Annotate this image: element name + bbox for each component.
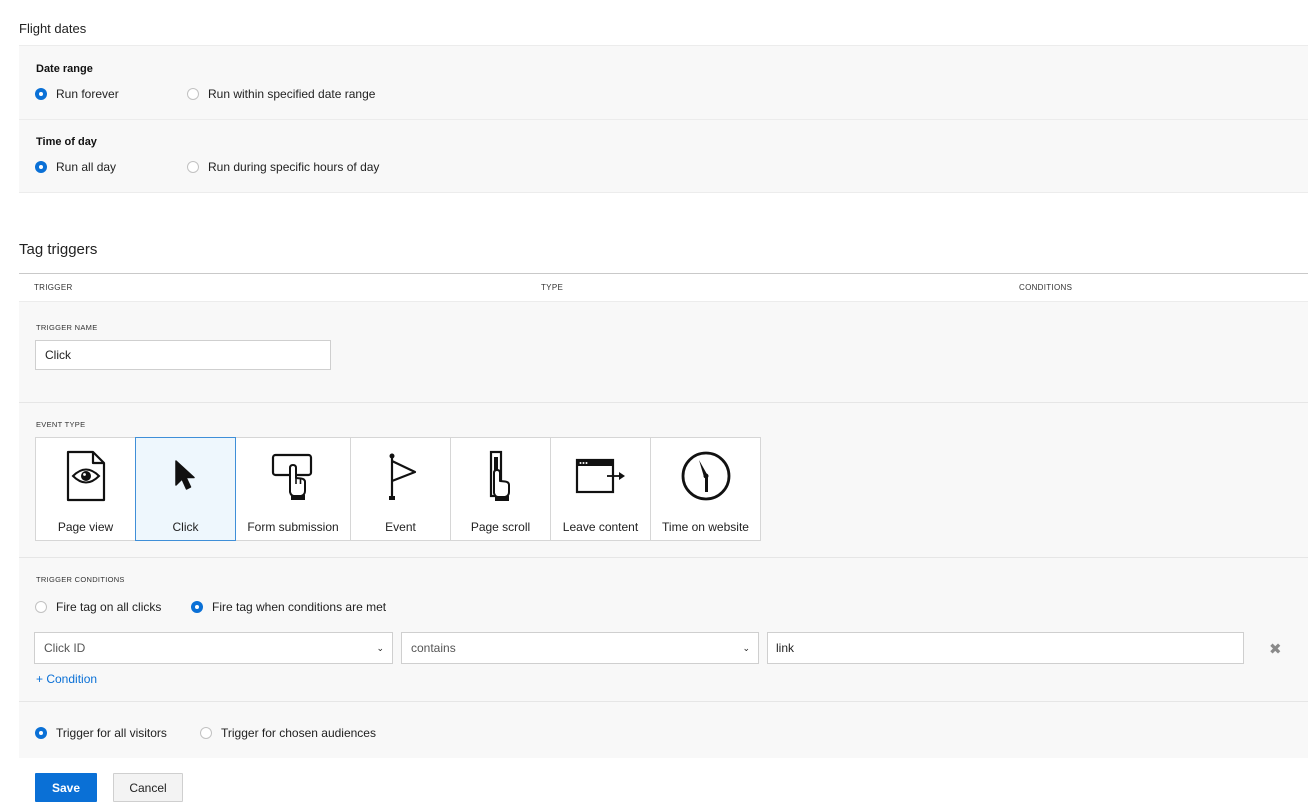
radio-label: Trigger for all visitors [56,726,167,740]
radio-run-all-day[interactable]: Run all day [35,160,116,174]
event-tile-event[interactable]: Event [350,437,451,541]
condition-field-value: Click ID [44,641,86,655]
page-scroll-icon [451,446,550,506]
condition-value-input[interactable] [767,632,1244,664]
condition-operator-select[interactable]: contains ⌄ [401,632,759,664]
trigger-editor: TRIGGER NAME EVENT TYPE Page view [19,302,1308,758]
radio-checked-icon [35,727,47,739]
radio-label: Run all day [56,160,117,174]
radio-run-within-date-range[interactable]: Run within specified date range [187,87,375,101]
tag-triggers-title: Tag triggers [19,241,98,258]
add-condition-link[interactable]: + Condition [36,672,97,686]
event-type-tiles: Page view Click Form submission Event Pa… [35,437,761,541]
save-button[interactable]: Save [35,773,97,802]
condition-operator-value: contains [411,641,456,655]
column-header-trigger: TRIGGER [34,283,73,292]
tile-label: Form submission [247,520,339,534]
trigger-name-label: TRIGGER NAME [36,323,98,332]
clock-icon [651,446,760,506]
radio-unchecked-icon [187,88,199,100]
radio-label: Run during specific hours of day [208,160,380,174]
tile-label: Click [172,520,199,534]
event-tile-click[interactable]: Click [135,437,236,541]
cancel-button[interactable]: Cancel [113,773,183,802]
divider [19,119,1308,120]
trigger-conditions-label: TRIGGER CONDITIONS [36,575,125,584]
radio-label: Trigger for chosen audiences [221,726,376,740]
radio-run-forever[interactable]: Run forever [35,87,119,101]
time-of-day-label: Time of day [36,136,97,148]
tile-label: Page view [57,520,114,534]
event-tile-time-on-website[interactable]: Time on website [650,437,761,541]
flight-dates-title: Flight dates [19,21,87,36]
chevron-down-icon: ⌄ [376,643,384,653]
tile-label: Leave content [562,520,639,534]
event-type-label: EVENT TYPE [36,420,86,429]
event-tile-page-scroll[interactable]: Page scroll [450,437,551,541]
date-range-label: Date range [36,63,93,75]
close-icon[interactable]: ✖ [1269,640,1282,658]
tile-label: Page scroll [470,520,531,534]
tile-label: Time on website [662,520,749,534]
divider [19,701,1308,702]
event-tile-page-view[interactable]: Page view [35,437,136,541]
event-tile-form-submission[interactable]: Form submission [235,437,351,541]
form-submission-icon [236,446,350,506]
divider [19,557,1308,558]
radio-fire-when-conditions-met[interactable]: Fire tag when conditions are met [191,600,386,614]
radio-label: Run forever [56,87,119,101]
radio-checked-icon [35,161,47,173]
radio-unchecked-icon [35,601,47,613]
cursor-icon [136,446,235,506]
radio-checked-icon [35,88,47,100]
flight-dates-panel: Date range Run forever Run within specif… [19,45,1308,193]
column-header-type: TYPE [541,283,564,292]
radio-unchecked-icon [187,161,199,173]
radio-run-specific-hours[interactable]: Run during specific hours of day [187,160,379,174]
divider [19,402,1308,403]
radio-label: Fire tag when conditions are met [212,600,387,614]
radio-unchecked-icon [200,727,212,739]
trigger-table-header: TRIGGER TYPE CONDITIONS [19,273,1308,302]
radio-trigger-all-visitors[interactable]: Trigger for all visitors [35,726,167,740]
page-view-icon [36,446,135,506]
tile-label: Event [385,520,416,534]
flag-icon [351,446,450,506]
radio-fire-on-all-clicks[interactable]: Fire tag on all clicks [35,600,161,614]
chevron-down-icon: ⌄ [742,643,750,653]
condition-field-select[interactable]: Click ID ⌄ [34,632,393,664]
radio-label: Fire tag on all clicks [56,600,162,614]
radio-checked-icon [191,601,203,613]
event-tile-leave-content[interactable]: Leave content [550,437,651,541]
column-header-conditions: CONDITIONS [1019,283,1073,292]
trigger-name-input[interactable] [35,340,331,370]
leave-content-icon [551,446,650,506]
radio-trigger-chosen-audiences[interactable]: Trigger for chosen audiences [200,726,376,740]
radio-label: Run within specified date range [208,87,376,101]
